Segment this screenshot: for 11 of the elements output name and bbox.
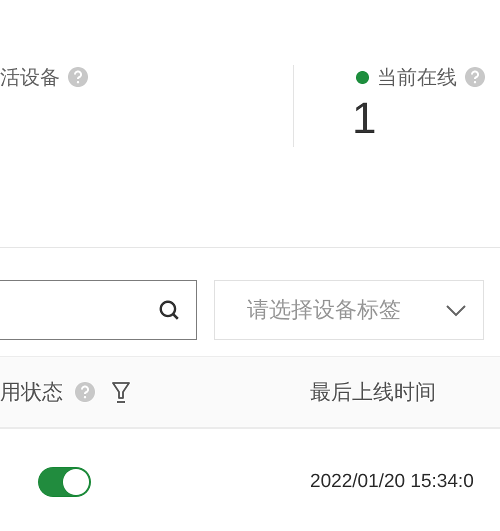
column-header: 最后上线时间 (310, 379, 436, 406)
search-icon[interactable] (158, 299, 180, 321)
stat-value: 1 (352, 96, 378, 142)
search-field[interactable] (0, 280, 197, 340)
stat-label: 活设备 (0, 64, 60, 90)
tag-select[interactable]: 请选择设备标签 (214, 280, 484, 340)
toggle-switch[interactable] (38, 466, 91, 496)
column-header: 用状态 (0, 379, 63, 406)
stat-label: 当前在线 (377, 64, 457, 90)
filter-icon[interactable] (111, 380, 131, 404)
table-cell: 2022/01/20 15:34:0 (310, 470, 474, 492)
